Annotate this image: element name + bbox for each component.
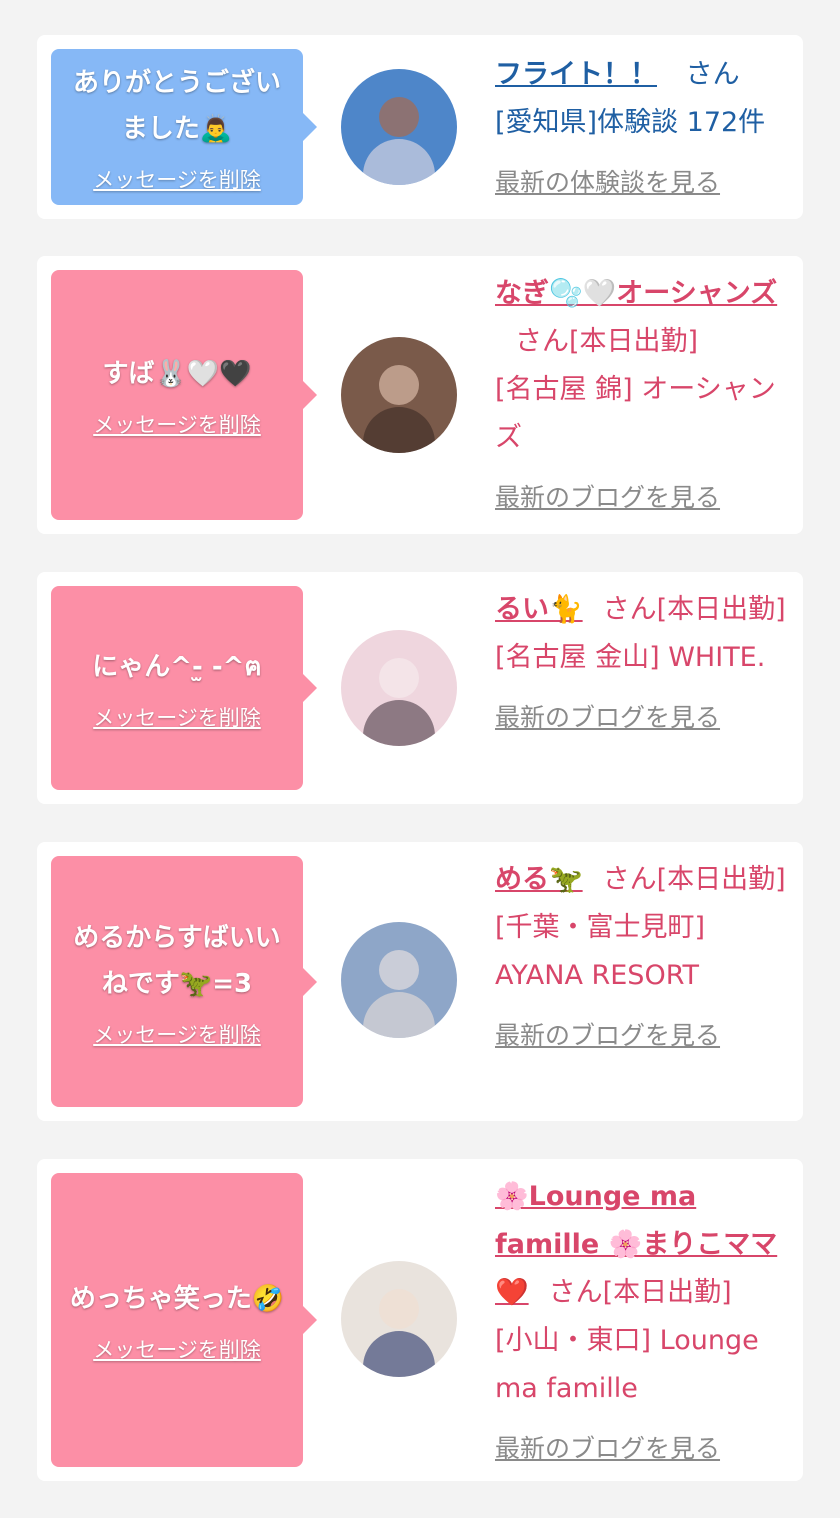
avatar[interactable] [341, 337, 457, 453]
message-card: ありがとうございました🙇‍♂️ メッセージを削除 フライト！！ さん [愛知県]… [37, 35, 803, 219]
message-text: めっちゃ笑った🤣 [69, 1284, 285, 1314]
delete-message-link[interactable]: メッセージを削除 [93, 1019, 261, 1049]
avatar[interactable] [341, 922, 457, 1038]
message-bubble: にゃん^-̫ -^ฅ メッセージを削除 [51, 586, 317, 790]
avatar[interactable] [341, 1261, 457, 1377]
user-name-link[interactable]: フライト！！ [495, 59, 657, 90]
latest-link[interactable]: 最新のブログを見る [495, 1012, 791, 1060]
name-suffix: さん[本日出勤] [548, 1277, 732, 1308]
user-meta: [名古屋 錦] オーシャンズ [495, 374, 776, 453]
latest-link[interactable]: 最新の体験談を見る [495, 159, 791, 207]
message-card: にゃん^-̫ -^ฅ メッセージを削除 るい🐈 さん[本日出勤] [名古屋 金山]… [37, 572, 803, 804]
user-meta: [小山・東口] Lounge ma famille [495, 1325, 759, 1404]
delete-message-link[interactable]: メッセージを削除 [93, 409, 261, 439]
user-name-link[interactable]: るい🐈 [495, 594, 583, 625]
user-name-link[interactable]: なぎ🫧🤍オーシャンズ [495, 278, 777, 309]
avatar[interactable] [341, 630, 457, 746]
delete-message-link[interactable]: メッセージを削除 [93, 164, 261, 194]
latest-link[interactable]: 最新のブログを見る [495, 1425, 791, 1473]
message-text: すば🐰🤍🖤 [102, 359, 252, 389]
avatar-figure-body [363, 407, 435, 453]
message-bubble: めっちゃ笑った🤣 メッセージを削除 [51, 1173, 317, 1467]
message-card: めるからすばいいねです🦖=3 メッセージを削除 める🦖 さん[本日出勤] [千葉・… [37, 842, 803, 1121]
avatar-figure-body [363, 700, 435, 746]
user-meta: [千葉・富士見町] AYANA RESORT [495, 912, 706, 991]
avatar-figure-head [379, 1289, 419, 1329]
avatar[interactable] [341, 69, 457, 185]
message-bubble: めるからすばいいねです🦖=3 メッセージを削除 [51, 856, 317, 1107]
latest-link[interactable]: 最新のブログを見る [495, 694, 791, 742]
delete-message-link[interactable]: メッセージを削除 [93, 1334, 261, 1364]
avatar-figure-body [363, 992, 435, 1038]
user-info: るい🐈 さん[本日出勤] [名古屋 金山] WHITE. 最新のブログを見る [495, 586, 791, 742]
user-info: なぎ🫧🤍オーシャンズさん[本日出勤] [名古屋 錦] オーシャンズ 最新のブログ… [495, 270, 791, 522]
avatar-figure-body [363, 1331, 435, 1377]
latest-link[interactable]: 最新のブログを見る [495, 474, 791, 522]
name-suffix: さん [685, 59, 740, 90]
message-text: ありがとうございました🙇‍♂️ [72, 68, 281, 144]
message-bubble: すば🐰🤍🖤 メッセージを削除 [51, 270, 317, 520]
user-meta: [愛知県]体験談 172件 [495, 107, 766, 138]
avatar-figure-head [379, 658, 419, 698]
user-info: フライト！！ さん [愛知県]体験談 172件 最新の体験談を見る [495, 51, 791, 207]
message-card: めっちゃ笑った🤣 メッセージを削除 🌸Lounge ma famille 🌸まり… [37, 1159, 803, 1481]
message-text: にゃん^-̫ -^ฅ [92, 652, 262, 682]
message-text: めるからすばいいねです🦖=3 [73, 922, 281, 999]
message-list: ありがとうございました🙇‍♂️ メッセージを削除 フライト！！ さん [愛知県]… [0, 0, 840, 1518]
user-meta: [名古屋 金山] WHITE. [495, 642, 766, 673]
message-bubble: ありがとうございました🙇‍♂️ メッセージを削除 [51, 49, 317, 205]
delete-message-link[interactable]: メッセージを削除 [93, 702, 261, 732]
avatar-figure-head [379, 365, 419, 405]
message-card: すば🐰🤍🖤 メッセージを削除 なぎ🫧🤍オーシャンズさん[本日出勤] [名古屋 錦… [37, 256, 803, 534]
user-name-link[interactable]: める🦖 [495, 864, 583, 895]
user-info: める🦖 さん[本日出勤] [千葉・富士見町] AYANA RESORT 最新のブロ… [495, 856, 791, 1060]
name-suffix: さん[本日出勤] [602, 594, 786, 625]
name-suffix: さん[本日出勤] [602, 864, 786, 895]
avatar-figure-body [363, 139, 435, 185]
avatar-figure-head [379, 950, 419, 990]
avatar-figure-head [379, 97, 419, 137]
user-info: 🌸Lounge ma famille 🌸まりこママ❤️ さん[本日出勤] [小山・… [495, 1173, 791, 1473]
name-suffix: さん[本日出勤] [515, 326, 699, 357]
